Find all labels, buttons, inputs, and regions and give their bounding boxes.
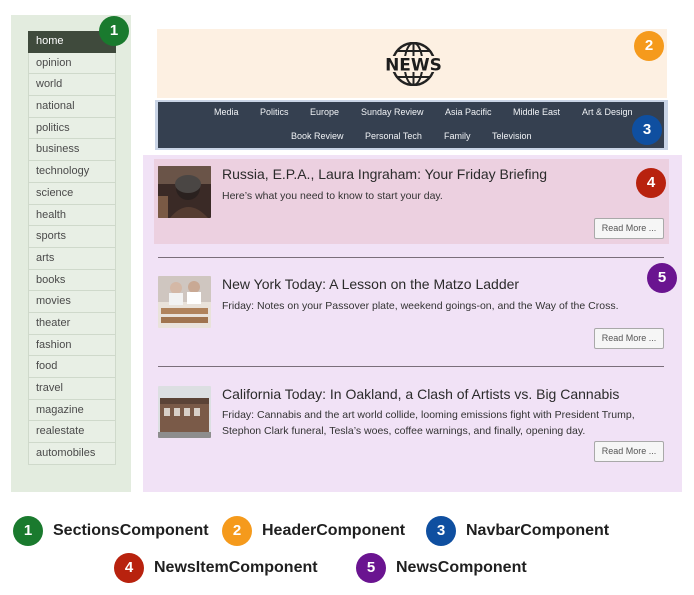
news-divider [158, 366, 664, 367]
section-item-theater[interactable]: theater [28, 312, 116, 335]
section-item-arts[interactable]: arts [28, 247, 116, 270]
section-item-realestate[interactable]: realestate [28, 421, 116, 444]
news-title[interactable]: New York Today: A Lesson on the Matzo La… [222, 276, 519, 292]
badge-news-item: 4 [636, 168, 666, 198]
navbar: Media Politics Europe Sunday Review Asia… [158, 102, 664, 148]
legend-label: NewsComponent [396, 559, 527, 576]
nav-link-media[interactable]: Media [214, 107, 239, 117]
nav-link-book-review[interactable]: Book Review [291, 131, 344, 141]
logo-text: NEWS [385, 56, 442, 76]
section-item-national[interactable]: national [28, 96, 116, 118]
globe-icon: NEWS [376, 42, 451, 86]
news-summary: Friday: Notes on your Passover plate, we… [222, 300, 619, 312]
legend-badge: 3 [426, 516, 456, 546]
news-logo[interactable]: NEWS [376, 42, 451, 86]
section-item-business[interactable]: business [28, 139, 116, 162]
legend-badge: 4 [114, 553, 144, 583]
section-item-automobiles[interactable]: automobiles [28, 443, 116, 465]
section-item-science[interactable]: science [28, 182, 116, 205]
news-summary: Here’s what you need to know to start yo… [222, 190, 443, 202]
nav-link-europe[interactable]: Europe [310, 107, 339, 117]
nav-link-personal-tech[interactable]: Personal Tech [365, 131, 422, 141]
news-thumbnail[interactable] [158, 166, 211, 218]
section-item-food[interactable]: food [28, 356, 116, 378]
legend-item-sections: 1 SectionsComponent [13, 516, 209, 546]
legend-label: HeaderComponent [262, 522, 406, 539]
legend-item-news-item: 4 NewsItemComponent [114, 553, 318, 583]
read-more-button[interactable]: Read More ... [594, 218, 664, 239]
news-title[interactable]: Russia, E.P.A., Laura Ingraham: Your Fri… [222, 166, 547, 182]
section-item-movies[interactable]: movies [28, 291, 116, 313]
news-thumbnail[interactable] [158, 276, 211, 328]
read-more-button[interactable]: Read More ... [594, 441, 664, 462]
news-item: New York Today: A Lesson on the Matzo La… [154, 269, 669, 354]
section-item-fashion[interactable]: fashion [28, 334, 116, 357]
legend-item-header: 2 HeaderComponent [222, 516, 405, 546]
section-item-sports[interactable]: sports [28, 226, 116, 248]
badge-navbar: 3 [632, 115, 662, 145]
legend-item-news: 5 NewsComponent [356, 553, 527, 583]
section-item-opinion[interactable]: opinion [28, 52, 116, 75]
news-title[interactable]: California Today: In Oakland, a Clash of… [222, 386, 619, 402]
badge-header: 2 [634, 31, 664, 61]
section-item-health[interactable]: health [28, 204, 116, 227]
nav-link-sunday-review[interactable]: Sunday Review [361, 107, 424, 117]
news-divider [158, 257, 664, 258]
legend-label: NavbarComponent [466, 522, 610, 539]
section-item-technology[interactable]: technology [28, 161, 116, 183]
legend-badge: 5 [356, 553, 386, 583]
news-thumbnail[interactable] [158, 386, 211, 438]
legend-badge: 1 [13, 516, 43, 546]
section-item-books[interactable]: books [28, 269, 116, 292]
read-more-button[interactable]: Read More ... [594, 328, 664, 349]
legend-label: NewsItemComponent [154, 559, 318, 576]
badge-sections: 1 [99, 16, 129, 46]
news-summary: Friday: Cannabis and the art world colli… [222, 409, 635, 437]
legend-label: SectionsComponent [53, 522, 209, 539]
nav-link-middle-east[interactable]: Middle East [513, 107, 560, 117]
news-item: California Today: In Oakland, a Clash of… [154, 379, 669, 474]
nav-link-art-design[interactable]: Art & Design [582, 107, 633, 117]
nav-link-politics[interactable]: Politics [260, 107, 289, 117]
nav-link-television[interactable]: Television [492, 131, 532, 141]
badge-news: 5 [647, 263, 677, 293]
section-item-travel[interactable]: travel [28, 378, 116, 400]
section-item-world[interactable]: world [28, 74, 116, 97]
legend-item-navbar: 3 NavbarComponent [426, 516, 609, 546]
header-component-area: NEWS [157, 29, 667, 98]
sections-list: home opinion world national politics bus… [28, 31, 116, 465]
section-item-politics[interactable]: politics [28, 117, 116, 140]
legend-badge: 2 [222, 516, 252, 546]
section-item-magazine[interactable]: magazine [28, 399, 116, 422]
news-item: Russia, E.P.A., Laura Ingraham: Your Fri… [154, 159, 669, 244]
nav-link-family[interactable]: Family [444, 131, 471, 141]
nav-link-asia-pacific[interactable]: Asia Pacific [445, 107, 492, 117]
